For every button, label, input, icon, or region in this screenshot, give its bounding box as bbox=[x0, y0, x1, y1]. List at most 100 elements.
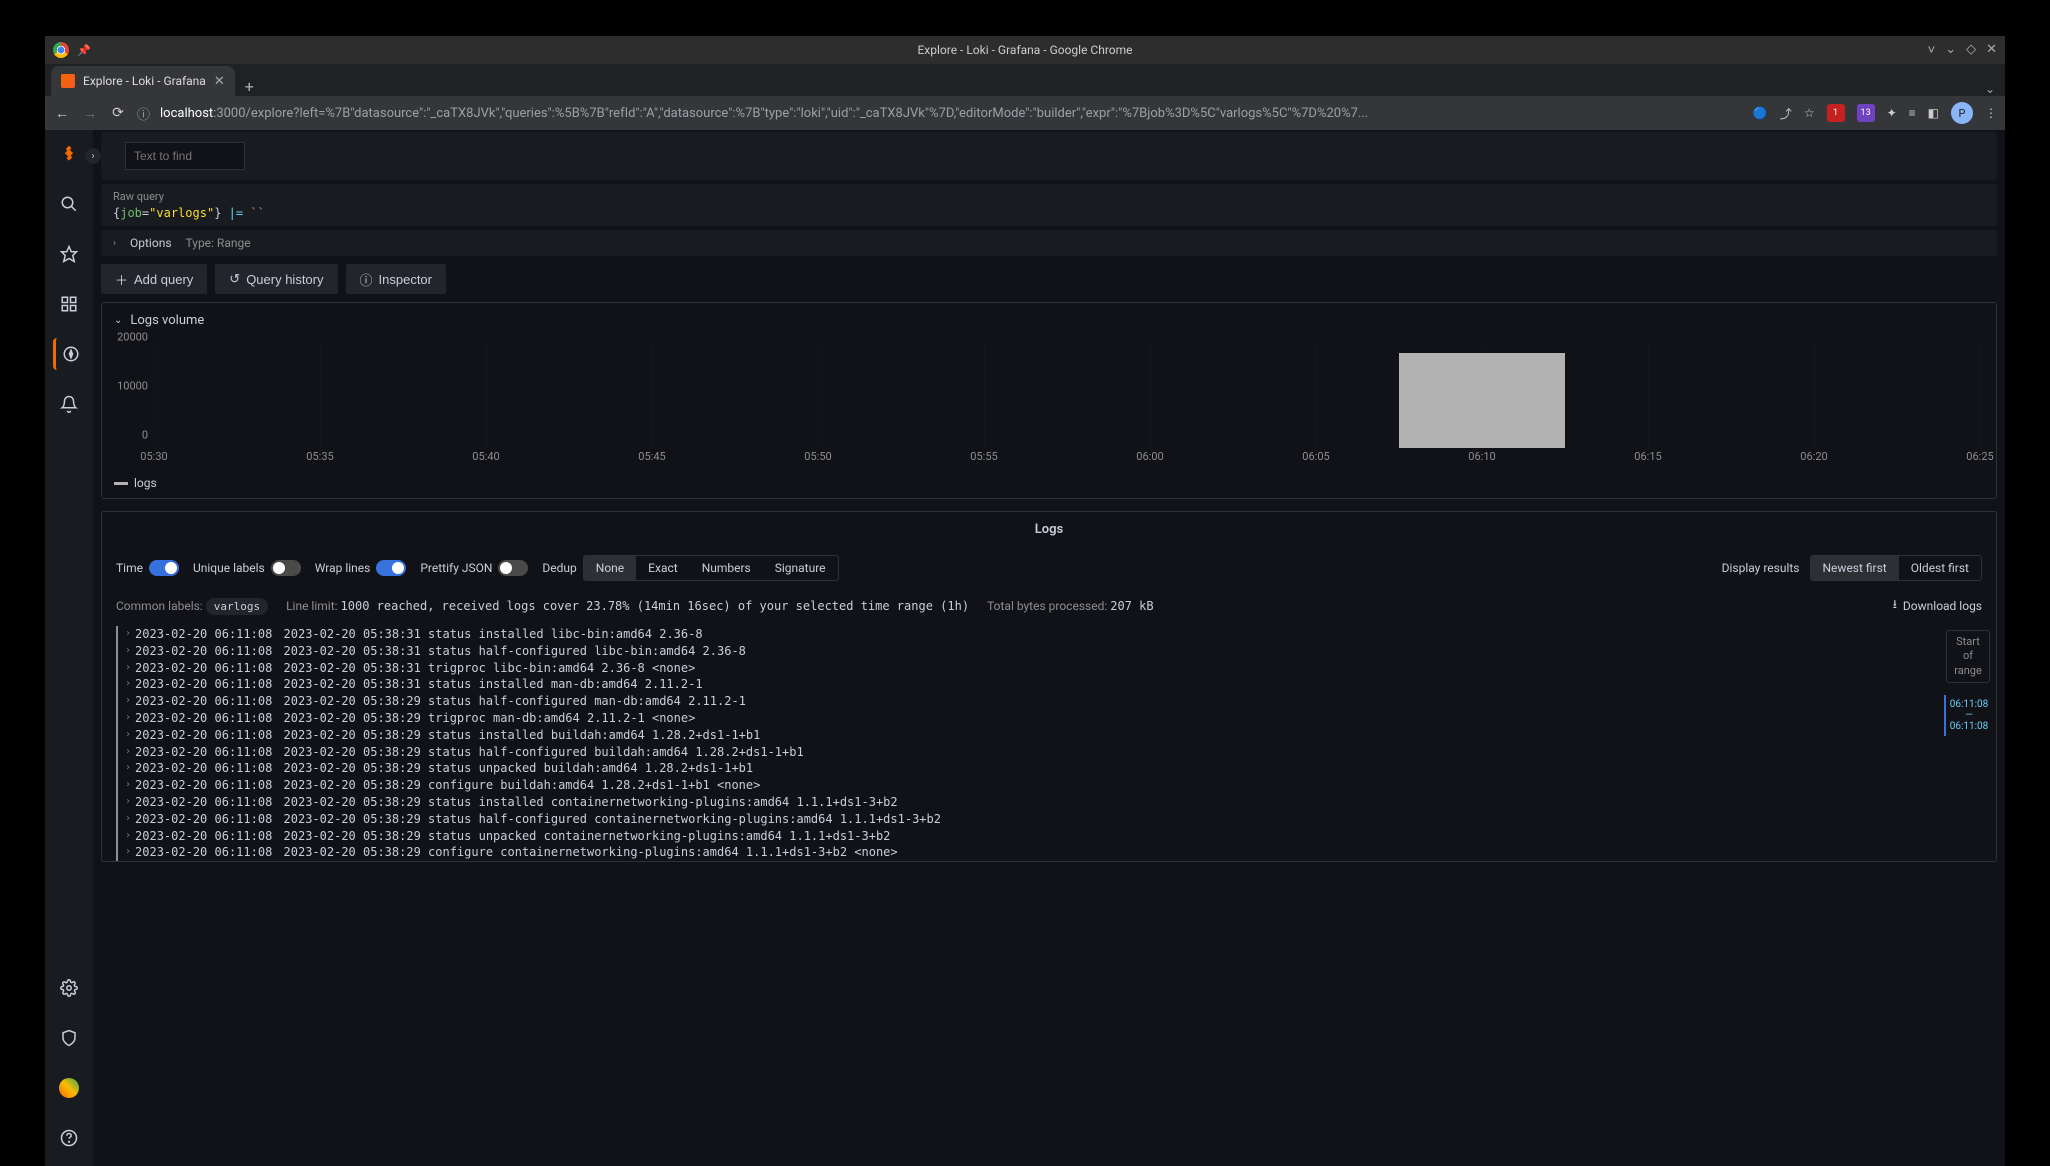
reload-icon[interactable]: ⟳ bbox=[109, 105, 127, 121]
line-limit-value: 1000 reached, received logs cover 23.78%… bbox=[341, 599, 970, 613]
query-history-button[interactable]: ↺Query history bbox=[215, 264, 337, 294]
new-tab-button[interactable]: + bbox=[235, 77, 264, 96]
alerting-icon[interactable] bbox=[53, 388, 85, 420]
log-line[interactable]: ›2023-02-20 06:11:08 2023-02-20 05:38:31… bbox=[116, 643, 1940, 660]
logs-volume-header[interactable]: ⌄ Logs volume bbox=[104, 305, 1994, 336]
url-field[interactable]: localhost:3000/explore?left=%7B"datasour… bbox=[160, 106, 1743, 121]
options-row[interactable]: › Options Type: Range bbox=[101, 230, 1997, 256]
log-expand-icon[interactable]: › bbox=[125, 676, 131, 691]
options-label: Options bbox=[130, 236, 172, 250]
wrap-lines-toggle[interactable] bbox=[376, 560, 406, 576]
side-panel-icon[interactable]: ◧ bbox=[1928, 106, 1939, 120]
download-logs-button[interactable]: ⭳ Download logs bbox=[1893, 595, 1982, 616]
close-tab-icon[interactable]: ✕ bbox=[214, 74, 225, 89]
log-line[interactable]: ›2023-02-20 06:11:08 2023-02-20 05:38:29… bbox=[116, 710, 1940, 727]
log-line[interactable]: ›2023-02-20 06:11:08 2023-02-20 05:38:29… bbox=[116, 693, 1940, 710]
forward-icon[interactable]: → bbox=[81, 105, 99, 122]
common-label-pill[interactable]: varlogs bbox=[206, 598, 268, 615]
log-timestamp: 2023-02-20 06:11:08 bbox=[135, 777, 280, 794]
log-timestamp: 2023-02-20 06:11:08 bbox=[135, 676, 280, 693]
server-admin-icon[interactable] bbox=[53, 1022, 85, 1054]
log-message: 2023-02-20 05:38:29 status unpacked cont… bbox=[284, 828, 891, 845]
logs-panel-title: Logs bbox=[102, 512, 1996, 547]
dedup-option-signature[interactable]: Signature bbox=[763, 556, 838, 580]
share-icon[interactable]: ⤴ bbox=[1780, 105, 1792, 122]
x-tick: 06:05 bbox=[1302, 450, 1329, 463]
log-expand-icon[interactable]: › bbox=[125, 744, 131, 759]
chrome-menu-icon[interactable]: ⋮ bbox=[1985, 106, 1997, 120]
log-expand-icon[interactable]: › bbox=[125, 727, 131, 742]
starred-icon[interactable] bbox=[53, 238, 85, 270]
chart-bar[interactable] bbox=[1399, 353, 1565, 448]
prettify-json-toggle[interactable] bbox=[498, 560, 528, 576]
inspector-button[interactable]: ⓘInspector bbox=[346, 264, 447, 294]
log-line[interactable]: ›2023-02-20 06:11:08 2023-02-20 05:38:31… bbox=[116, 660, 1940, 677]
dedup-option-none[interactable]: None bbox=[584, 556, 636, 580]
log-line[interactable]: ›2023-02-20 06:11:08 2023-02-20 05:38:29… bbox=[116, 811, 1940, 828]
extensions-icon[interactable]: ✦ bbox=[1887, 106, 1897, 120]
explore-icon[interactable] bbox=[53, 338, 85, 370]
log-expand-icon[interactable]: › bbox=[125, 710, 131, 725]
logs-controls: Time Unique labels Wrap lines Prettify J… bbox=[102, 547, 1996, 589]
pin-icon[interactable]: 📌 bbox=[77, 44, 91, 57]
site-info-icon[interactable]: ⓘ bbox=[137, 104, 150, 123]
tab-list-dropdown-icon[interactable]: ⌄ bbox=[1985, 82, 1995, 96]
log-expand-icon[interactable]: › bbox=[125, 828, 131, 843]
grafana-logo-icon[interactable] bbox=[53, 138, 85, 170]
log-line[interactable]: › 2023-02-20 06:11:08 2023-02-20 05:38:29… bbox=[116, 828, 1940, 845]
log-timestamp: 2023-02-20 06:11:08 bbox=[135, 693, 280, 710]
bookmark-icon[interactable]: ☆ bbox=[1804, 106, 1815, 120]
sidebar-expand-icon[interactable]: › bbox=[85, 148, 101, 164]
unique-labels-toggle[interactable] bbox=[271, 560, 301, 576]
log-expand-icon[interactable]: › bbox=[125, 760, 131, 775]
log-expand-icon[interactable]: › bbox=[125, 626, 131, 641]
log-line[interactable]: ›2023-02-20 06:11:08 2023-02-20 05:38:29… bbox=[116, 794, 1940, 811]
maximize-icon[interactable]: ◇ bbox=[1966, 42, 1976, 58]
x-tick: 05:45 bbox=[638, 450, 665, 463]
log-message: 2023-02-20 05:38:29 trigproc man-db:amd6… bbox=[284, 710, 696, 727]
log-line[interactable]: ›2023-02-20 06:11:08 2023-02-20 05:38:29… bbox=[116, 844, 1940, 861]
log-expand-icon[interactable]: › bbox=[125, 811, 131, 826]
raw-query-panel: Raw query {job="varlogs"} |= `` bbox=[101, 184, 1997, 226]
log-line[interactable]: ›2023-02-20 06:11:08 2023-02-20 05:38:29… bbox=[116, 727, 1940, 744]
chrome-icon bbox=[53, 42, 69, 58]
display-option-oldest-first[interactable]: Oldest first bbox=[1899, 556, 1981, 580]
expand-down-icon[interactable]: ⌄ bbox=[1945, 42, 1956, 58]
log-level-bar-icon bbox=[116, 643, 118, 660]
user-avatar-icon[interactable] bbox=[53, 1072, 85, 1104]
close-window-icon[interactable]: ✕ bbox=[1986, 42, 1997, 58]
log-line[interactable]: ›2023-02-20 06:11:08 2023-02-20 05:38:29… bbox=[116, 744, 1940, 761]
back-icon[interactable]: ← bbox=[53, 105, 71, 122]
log-line[interactable]: ›2023-02-20 06:11:08 2023-02-20 05:38:29… bbox=[116, 760, 1940, 777]
minimize-icon[interactable]: ˅ bbox=[1928, 42, 1936, 58]
log-line[interactable]: ›2023-02-20 06:11:08 2023-02-20 05:38:31… bbox=[116, 626, 1940, 643]
inbox-ext-icon[interactable]: 13 bbox=[1857, 104, 1875, 122]
gtranslate-icon[interactable]: 🔵 bbox=[1753, 106, 1768, 120]
reading-list-icon[interactable]: ≡ bbox=[1909, 106, 1916, 120]
dedup-option-exact[interactable]: Exact bbox=[636, 556, 690, 580]
text-to-find-input[interactable] bbox=[125, 142, 245, 170]
log-expand-icon[interactable]: › bbox=[125, 693, 131, 708]
logs-volume-chart[interactable]: 01000020000 05:3005:3505:4005:4505:5005:… bbox=[114, 340, 1984, 470]
ublock-icon[interactable]: 1 bbox=[1827, 104, 1845, 122]
log-expand-icon[interactable]: › bbox=[125, 794, 131, 809]
help-icon[interactable] bbox=[53, 1122, 85, 1154]
log-expand-icon[interactable]: › bbox=[125, 777, 131, 792]
search-icon[interactable] bbox=[53, 188, 85, 220]
dedup-option-numbers[interactable]: Numbers bbox=[690, 556, 763, 580]
query-buttons-row: ＋Add query ↺Query history ⓘInspector bbox=[101, 260, 1997, 302]
log-line[interactable]: ›2023-02-20 06:11:08 2023-02-20 05:38:29… bbox=[116, 777, 1940, 794]
display-option-newest-first[interactable]: Newest first bbox=[1811, 556, 1899, 580]
dashboards-icon[interactable] bbox=[53, 288, 85, 320]
log-expand-icon[interactable]: › bbox=[125, 660, 131, 675]
log-line[interactable]: ›2023-02-20 06:11:08 2023-02-20 05:38:31… bbox=[116, 676, 1940, 693]
add-query-button[interactable]: ＋Add query bbox=[101, 264, 207, 294]
log-expand-icon[interactable]: › bbox=[125, 844, 131, 859]
log-timestamp: 2023-02-20 06:11:08 bbox=[135, 828, 280, 845]
start-of-range-label: Startofrange bbox=[1946, 630, 1990, 683]
log-expand-icon[interactable]: › bbox=[125, 643, 131, 658]
browser-tab[interactable]: Explore - Loki - Grafana ✕ bbox=[51, 66, 235, 96]
profile-avatar[interactable]: P bbox=[1951, 102, 1973, 124]
configuration-icon[interactable] bbox=[53, 972, 85, 1004]
time-toggle[interactable] bbox=[149, 560, 179, 576]
